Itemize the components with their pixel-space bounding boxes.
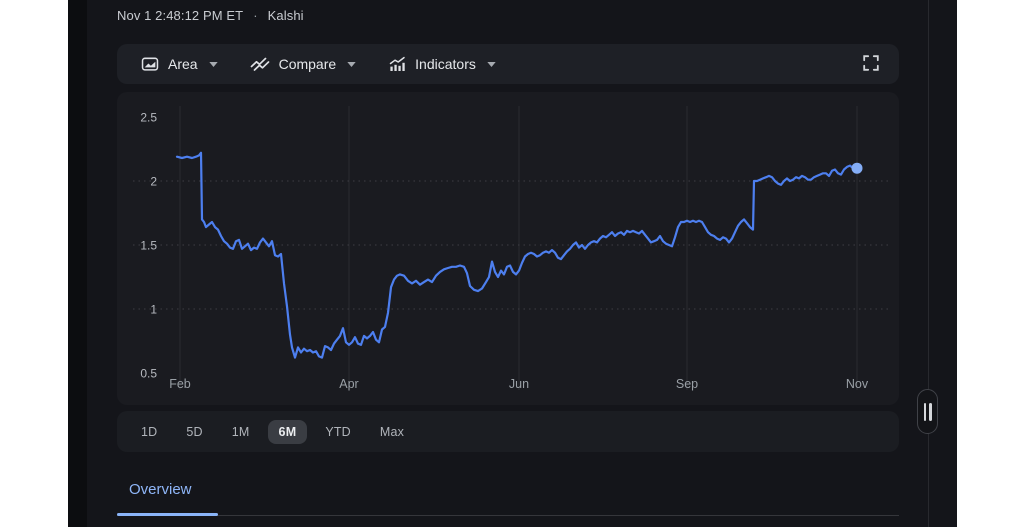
- fullscreen-icon: [863, 55, 879, 74]
- svg-text:Feb: Feb: [169, 377, 191, 391]
- chevron-down-icon: [347, 62, 356, 67]
- range-button-ytd[interactable]: YTD: [314, 420, 362, 444]
- compare-dropdown[interactable]: Compare: [250, 56, 357, 72]
- svg-text:Apr: Apr: [339, 377, 358, 391]
- tab-bar-divider: [117, 515, 899, 516]
- svg-text:Nov: Nov: [846, 377, 869, 391]
- range-button-5d[interactable]: 5D: [175, 420, 213, 444]
- compare-label: Compare: [279, 56, 337, 72]
- price-chart[interactable]: 2.5 2 1.5 1 0.5 Feb Apr Jun Sep Nov: [117, 92, 899, 405]
- time-range-bar: 1D 5D 1M 6M YTD Max: [117, 411, 899, 452]
- active-tab-underline: [117, 513, 218, 516]
- chart-type-label: Area: [168, 56, 198, 72]
- data-source-label: Kalshi: [268, 8, 304, 23]
- drag-handle-icon: [929, 403, 932, 421]
- indicators-icon: [388, 56, 406, 72]
- svg-text:2.5: 2.5: [140, 111, 157, 125]
- separator-dot: ·: [253, 8, 257, 23]
- area-chart-icon: [141, 56, 159, 72]
- latest-point-dot: [852, 163, 863, 174]
- chevron-down-icon: [209, 62, 218, 67]
- range-button-max[interactable]: Max: [369, 420, 415, 444]
- svg-text:1.5: 1.5: [140, 239, 157, 253]
- svg-text:1: 1: [150, 303, 157, 317]
- tab-overview[interactable]: Overview: [129, 481, 192, 498]
- svg-text:2: 2: [150, 175, 157, 189]
- drag-handle-icon: [924, 403, 927, 421]
- indicators-label: Indicators: [415, 56, 476, 72]
- quote-timestamp: Nov 1 2:48:12 PM ET: [117, 8, 243, 23]
- screen: Nov 1 2:48:12 PM ET · Kalshi Area: [0, 0, 1024, 527]
- svg-text:Sep: Sep: [676, 377, 698, 391]
- range-button-6m[interactable]: 6M: [268, 420, 308, 444]
- chart-card: 2.5 2 1.5 1 0.5 Feb Apr Jun Sep Nov: [117, 92, 899, 405]
- left-gutter: [68, 0, 87, 527]
- fullscreen-button[interactable]: [859, 51, 883, 78]
- svg-text:Jun: Jun: [509, 377, 529, 391]
- range-button-1m[interactable]: 1M: [221, 420, 261, 444]
- panel-resize-handle[interactable]: [917, 389, 938, 434]
- chevron-down-icon: [487, 62, 496, 67]
- chart-type-dropdown[interactable]: Area: [141, 56, 218, 72]
- compare-icon: [250, 56, 270, 72]
- indicators-dropdown[interactable]: Indicators: [388, 56, 496, 72]
- svg-text:0.5: 0.5: [140, 367, 157, 381]
- chart-toolbar: Area Compare: [117, 44, 899, 84]
- range-button-1d[interactable]: 1D: [130, 420, 168, 444]
- panel-divider: [928, 0, 929, 527]
- chart-status-row: Nov 1 2:48:12 PM ET · Kalshi: [117, 8, 304, 23]
